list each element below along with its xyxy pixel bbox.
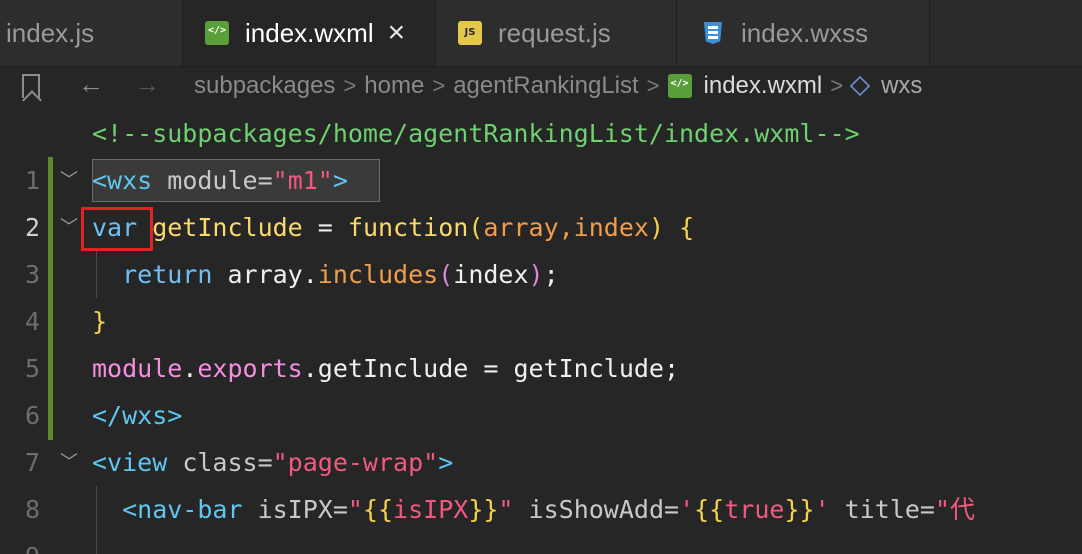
code-token: return bbox=[92, 260, 213, 289]
code-token: {{ bbox=[362, 495, 394, 524]
code-token: exports bbox=[197, 354, 303, 383]
breadcrumb-file[interactable]: index.wxml bbox=[704, 72, 823, 100]
code-token: includes bbox=[317, 260, 439, 289]
code-token: ) bbox=[528, 260, 544, 289]
code-token: " bbox=[498, 495, 514, 524]
breadcrumb-separator: > bbox=[343, 73, 357, 98]
tab-label: index.js bbox=[6, 17, 95, 48]
code-token: module bbox=[92, 354, 183, 383]
code-line[interactable]: 1 <!--subpackages/home/agentRankingList/… bbox=[0, 110, 1082, 195]
code-token: > bbox=[332, 166, 348, 195]
code-token: ( bbox=[468, 213, 484, 242]
code-token: "page-wrap" bbox=[272, 448, 439, 477]
code-token: function bbox=[347, 213, 469, 242]
code-token: }} bbox=[468, 495, 499, 524]
code-token: getInclude bbox=[317, 354, 469, 383]
breadcrumb-bar: ← → subpackages > home > agentRankingLis… bbox=[0, 66, 1082, 110]
breadcrumb-separator: > bbox=[646, 73, 660, 98]
editor-tab-bar: index.js index.wxml × request.js index.w… bbox=[0, 0, 1082, 67]
code-line[interactable]: 7 </wxs> bbox=[0, 392, 1082, 477]
code-token: " bbox=[347, 495, 363, 524]
code-editor[interactable]: 1 <!--subpackages/home/agentRankingList/… bbox=[0, 110, 1082, 554]
code-line[interactable]: 9 <nav-bar isIPX="{{isIPX}}" isShowAdd='… bbox=[0, 486, 1082, 554]
code-token: <wxs bbox=[92, 166, 153, 195]
breadcrumb-separator: > bbox=[830, 73, 844, 98]
fold-chevron-icon[interactable]: ﹀ bbox=[60, 439, 78, 486]
code-token: "代 bbox=[934, 495, 976, 524]
line-number: 9 bbox=[0, 533, 40, 554]
code-token: { bbox=[664, 213, 695, 242]
breadcrumb-separator: > bbox=[432, 73, 446, 98]
code-line[interactable]: 4 return array.includes(index); bbox=[0, 251, 1082, 336]
code-token: isIPX= bbox=[242, 495, 348, 524]
code-token: title= bbox=[829, 495, 935, 524]
bookmark-icon[interactable] bbox=[22, 74, 40, 98]
wxml-file-icon bbox=[667, 74, 692, 98]
code-line[interactable]: 3 ﹀ var getInclude = function(array,inde… bbox=[0, 204, 1082, 289]
code-token: isShowAdd= bbox=[513, 495, 680, 524]
code-token: . bbox=[302, 354, 318, 383]
forward-arrow-icon[interactable]: → bbox=[134, 69, 160, 100]
code-token: ' bbox=[814, 495, 830, 524]
breadcrumb: subpackages > home > agentRankingList > … bbox=[194, 72, 922, 100]
tab-label: index.wxss bbox=[741, 17, 869, 48]
back-arrow-icon[interactable]: ← bbox=[78, 69, 104, 100]
fold-chevron-icon[interactable]: ﹀ bbox=[60, 157, 78, 204]
wxml-file-icon bbox=[205, 21, 229, 45]
code-token: = bbox=[302, 213, 348, 242]
code-token: true bbox=[724, 495, 785, 524]
js-file-icon bbox=[458, 21, 482, 45]
code-token: ( bbox=[438, 260, 454, 289]
code-token: array,index bbox=[483, 213, 649, 242]
code-token: array. bbox=[212, 260, 318, 289]
code-token: ; bbox=[663, 354, 680, 383]
breadcrumb-item[interactable]: home bbox=[364, 72, 424, 100]
code-line[interactable]: 8 ﹀ <view class="page-wrap"> bbox=[0, 439, 1082, 524]
code-token: > bbox=[438, 448, 454, 477]
code-token: </wxs> bbox=[92, 401, 183, 430]
code-token: class= bbox=[167, 448, 273, 477]
code-token: isIPX bbox=[393, 495, 469, 524]
code-line[interactable]: 2 ﹀ <wxs module="m1"> bbox=[0, 157, 1082, 242]
code-line[interactable]: 6 module.exports.getInclude = getInclude… bbox=[0, 345, 1082, 430]
css-file-icon bbox=[701, 21, 725, 45]
tab-request-js[interactable]: request.js bbox=[436, 0, 677, 66]
symbol-cube-icon bbox=[849, 75, 871, 97]
tab-label: request.js bbox=[498, 17, 611, 48]
breadcrumb-item[interactable]: agentRankingList bbox=[453, 72, 638, 100]
fold-chevron-icon[interactable]: ﹀ bbox=[60, 204, 78, 251]
code-token: . bbox=[182, 354, 198, 383]
highlight-annotation-box bbox=[81, 207, 153, 251]
breadcrumb-item[interactable]: subpackages bbox=[194, 72, 335, 100]
code-token: } bbox=[92, 307, 108, 336]
tab-index-wxss[interactable]: index.wxss bbox=[677, 0, 930, 66]
code-token: "m1" bbox=[272, 166, 333, 195]
code-token: module= bbox=[152, 166, 273, 195]
code-token: }} bbox=[784, 495, 815, 524]
code-token: <view bbox=[92, 448, 168, 477]
code-line[interactable]: 5 } bbox=[0, 298, 1082, 383]
code-token: getInclude bbox=[513, 354, 664, 383]
code-token: ' bbox=[679, 495, 695, 524]
tab-index-js[interactable]: index.js bbox=[0, 0, 183, 66]
breadcrumb-symbol[interactable]: wxs bbox=[881, 72, 922, 100]
tab-index-wxml[interactable]: index.wxml × bbox=[183, 0, 436, 66]
code-token: {{ bbox=[694, 495, 725, 524]
code-token: = bbox=[468, 354, 514, 383]
code-token: <nav-bar bbox=[92, 495, 243, 524]
code-token: ) bbox=[648, 213, 665, 242]
code-token: index bbox=[453, 260, 529, 289]
code-token: getInclude bbox=[137, 213, 303, 242]
close-icon[interactable]: × bbox=[388, 18, 406, 48]
code-token: <!--subpackages/home/agentRankingList/in… bbox=[92, 119, 860, 148]
tab-label: index.wxml bbox=[245, 17, 374, 48]
code-token: ; bbox=[543, 260, 559, 289]
